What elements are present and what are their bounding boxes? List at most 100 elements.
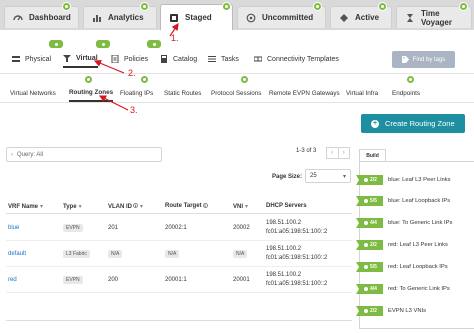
tab-label: Uncommitted — [262, 13, 314, 22]
column-header-vrf-name[interactable]: VRF Name ▾ — [8, 203, 43, 210]
na-pill: N/A — [233, 250, 248, 258]
plus-icon: + — [371, 119, 379, 128]
header-label: DHCP Servers — [266, 203, 307, 209]
divider — [0, 73, 474, 74]
type-cell: EVPN — [63, 224, 83, 232]
find-by-tags-button[interactable]: Find by tags — [392, 51, 455, 68]
vlan-cell: 201 — [108, 225, 119, 231]
tab-label: Staged — [185, 13, 212, 22]
build-item-label: red: Leaf L3 Peer Links — [388, 242, 448, 248]
status-badge — [313, 2, 322, 11]
build-item-label: EVPN L3 VNIs — [388, 308, 427, 314]
type-cell: L3 Fabric — [63, 250, 90, 258]
nav-tasks[interactable]: Tasks — [208, 50, 239, 68]
sort-icon: ▾ — [40, 204, 44, 210]
vlan-cell: 200 — [108, 277, 119, 283]
column-header-vni[interactable]: VNI ▾ — [233, 203, 248, 210]
build-status-badge: 4/4 — [356, 284, 383, 294]
uncommitted-icon — [246, 13, 256, 23]
build-item-label: blue: Leaf L3 Peer Links — [388, 177, 451, 183]
status-badge — [84, 75, 93, 84]
time-voyager-icon — [405, 13, 415, 23]
nav-static-routes[interactable]: Static Routes — [164, 84, 201, 102]
tag-icon — [401, 56, 409, 63]
table-row: default L3 Fabric N/A N/A N/A 198.51.100… — [6, 243, 352, 267]
nav-catalog[interactable]: Catalog — [160, 50, 197, 68]
tasks-icon — [208, 55, 216, 63]
page-size-value: 25 — [310, 173, 317, 179]
build-item[interactable]: 4/4 blue: To Generic Link IPs — [356, 217, 452, 229]
nav-policies[interactable]: Policies — [111, 50, 148, 68]
query-input[interactable]: › Query: All — [6, 147, 162, 162]
build-status-badge: 2/2 — [356, 306, 383, 316]
tab-uncommitted[interactable]: Uncommitted — [237, 6, 326, 28]
nav-routing-zones[interactable]: Routing Zones — [69, 84, 114, 102]
top-tab-bar: Dashboard Analytics Staged Uncommitted A… — [0, 0, 474, 30]
dashboard-icon — [13, 13, 23, 23]
dhcp-server-cell: 198.51.100.2 — [266, 246, 302, 252]
find-by-tags-label: Find by tags — [412, 56, 446, 63]
staged-icon — [169, 13, 179, 23]
build-item[interactable]: 4/4 red: To Generic Link IPs — [356, 283, 450, 295]
nav-label: Physical — [25, 55, 52, 63]
build-item[interactable]: 2/2 red: Leaf L3 Peer Links — [356, 239, 448, 251]
nav-virtual-infra[interactable]: Virtual Infra — [346, 84, 378, 102]
nav-remote-evpn-gateways[interactable]: Remote EVPN Gateways — [269, 84, 340, 102]
connectivity-icon — [254, 55, 262, 63]
pager-arrows: ‹ › — [326, 147, 350, 159]
nav-physical[interactable]: Physical — [12, 50, 51, 68]
status-badge — [140, 2, 149, 11]
vlan-cell: N/A — [108, 250, 123, 258]
vni-cell: N/A — [233, 250, 248, 258]
create-routing-zone-button[interactable]: + Create Routing Zone — [361, 114, 465, 133]
status-badge — [140, 75, 149, 84]
chevron-right-icon: › — [11, 151, 13, 158]
na-pill: N/A — [108, 250, 123, 258]
chevron-left-icon[interactable]: ‹ — [327, 148, 339, 158]
build-item[interactable]: 5/5 blue: Leaf Loopback IPs — [356, 195, 450, 207]
vni-cell: 20002 — [233, 225, 250, 231]
build-item[interactable]: 2/2 EVPN L3 VNIs — [356, 305, 426, 317]
divider — [6, 320, 352, 321]
nav-endpoints[interactable]: Endpoints — [392, 84, 420, 102]
nav-label: Virtual — [76, 54, 98, 62]
dhcp-server-cell: fc01:a05:198:51:100::2 — [266, 229, 328, 235]
physical-icon — [12, 55, 20, 63]
column-header-route-target[interactable]: Route Target i — [165, 203, 208, 209]
tab-label: Time Voyager — [421, 8, 452, 27]
vrf-name-link[interactable]: red — [8, 277, 17, 283]
build-item-label: red: To Generic Link IPs — [388, 286, 450, 292]
vrf-name-link[interactable]: blue — [8, 225, 19, 231]
nav-connectivity-templates[interactable]: Connectivity Templates — [254, 50, 339, 68]
vrf-name-link[interactable]: default — [8, 251, 26, 257]
vni-cell: 20001 — [233, 277, 250, 283]
nav-virtual-networks[interactable]: Virtual Networks — [10, 84, 56, 102]
build-item[interactable]: 5/5 red: Leaf Loopback IPs — [356, 261, 448, 273]
table-row: blue EVPN 201 20002:1 20002 198.51.100.2… — [6, 217, 352, 241]
status-badge — [62, 2, 71, 11]
header-label: VNI — [233, 204, 244, 210]
route-target-cell: 20002:1 — [165, 225, 187, 231]
tab-label: Dashboard — [29, 13, 71, 22]
chevron-right-icon[interactable]: › — [339, 148, 350, 158]
route-target-cell: N/A — [165, 250, 180, 258]
dhcp-server-cell: fc01:a05:198:51:100::2 — [266, 255, 328, 261]
chevron-down-icon: ▾ — [342, 174, 346, 180]
build-item[interactable]: 2/2 blue: Leaf L3 Peer Links — [356, 174, 451, 186]
divider — [0, 102, 474, 103]
policies-icon — [111, 55, 119, 63]
nav-floating-ips[interactable]: Floating IPs — [120, 84, 153, 102]
query-text: Query: All — [17, 151, 44, 158]
column-header-vlan-id[interactable]: VLAN ID i ▾ — [108, 203, 143, 210]
table-row: red EVPN 200 20001:1 20001 198.51.100.2 … — [6, 269, 352, 293]
status-badge — [96, 40, 110, 48]
page-size-select[interactable]: 25 ▾ — [305, 169, 351, 183]
header-label: Type — [63, 204, 77, 210]
nav-label: Policies — [124, 55, 149, 63]
nav-virtual[interactable]: Virtual — [63, 50, 98, 68]
status-badge — [378, 2, 387, 11]
build-status-badge: 5/5 — [356, 196, 383, 206]
column-header-type[interactable]: Type ▾ — [63, 203, 82, 210]
nav-protocol-sessions[interactable]: Protocol Sessions — [211, 84, 261, 102]
nav-label: Tasks — [221, 55, 239, 63]
